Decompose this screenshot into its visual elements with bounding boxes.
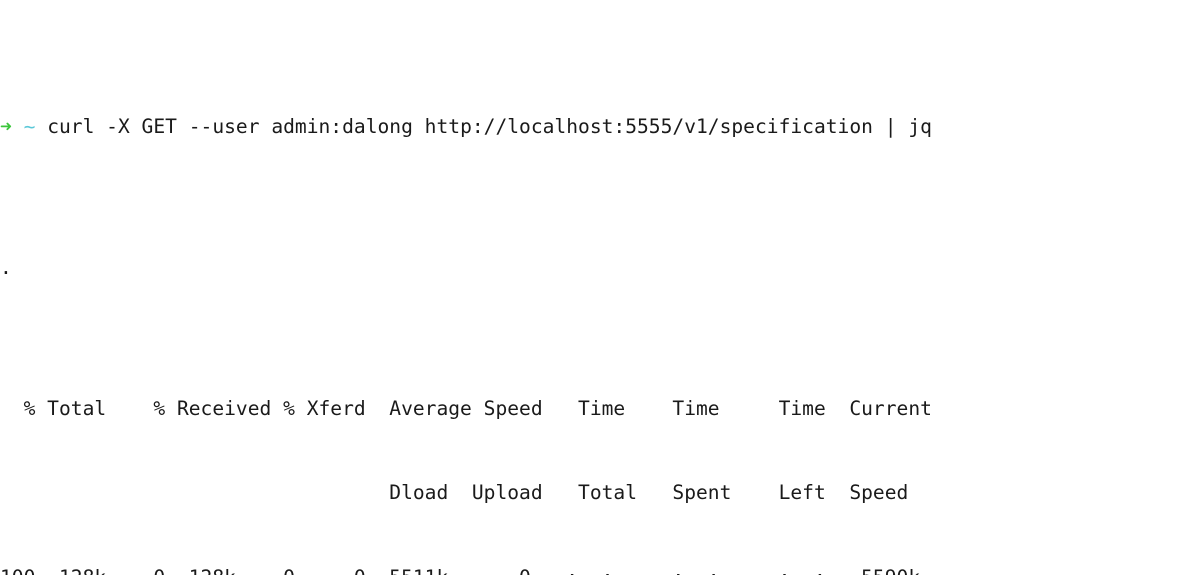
curl-progress-values: 100 128k 0 128k 0 0 5511k 0 --:--:-- --:… [0,564,1200,575]
command-text: curl -X GET --user admin:dalong http://l… [47,114,932,138]
terminal-window[interactable]: ➜ ~ curl -X GET --user admin:dalong http… [0,0,1200,575]
curl-progress-header-1: % Total % Received % Xferd Average Speed… [0,396,932,420]
prompt-gap [12,115,24,138]
curl-progress-header-2: Dload Upload Total Spent Left Speed [0,481,909,505]
command-continuation: . [0,255,12,279]
prompt-gap2 [35,115,47,138]
prompt-arrow-icon: ➜ [0,114,12,138]
prompt-path: ~ [23,114,36,138]
command-continuation-line: . [0,254,1200,282]
command-line: ➜ ~ curl -X GET --user admin:dalong http… [0,113,1200,141]
